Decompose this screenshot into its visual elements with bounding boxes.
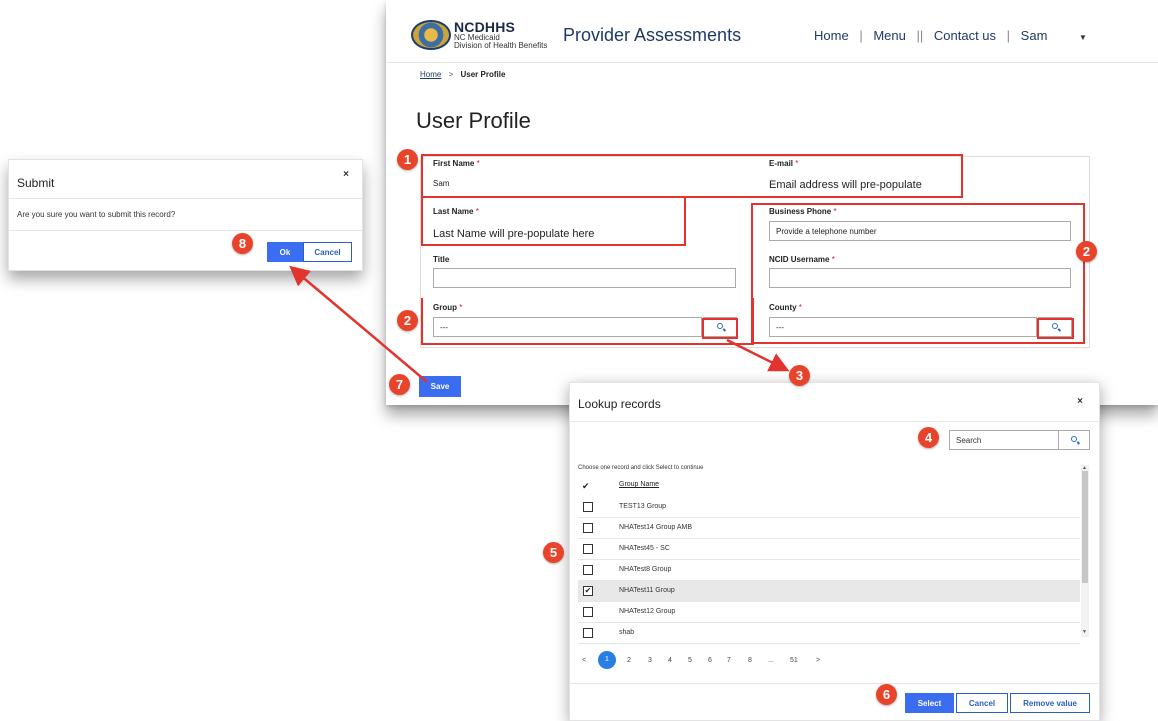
annotation-arrows [289, 265, 790, 383]
arrow-to-lookup [726, 338, 790, 372]
screenshot-stage: NCDHHS NC Medicaid Division of Health Be… [0, 0, 1158, 721]
annotation-badge-3: 3 [789, 365, 810, 386]
annotation-badge-1: 1 [397, 149, 418, 170]
annotation-badge-5: 5 [543, 542, 564, 563]
annotation-badge-7: 7 [389, 374, 410, 395]
annotation-badge-2: 2 [397, 310, 418, 331]
annotation-badge-6: 6 [876, 684, 897, 705]
annotation-badge-8: 8 [232, 233, 253, 254]
annotation-badge-2: 2 [1076, 241, 1097, 262]
annotation-badge-4: 4 [918, 427, 939, 448]
